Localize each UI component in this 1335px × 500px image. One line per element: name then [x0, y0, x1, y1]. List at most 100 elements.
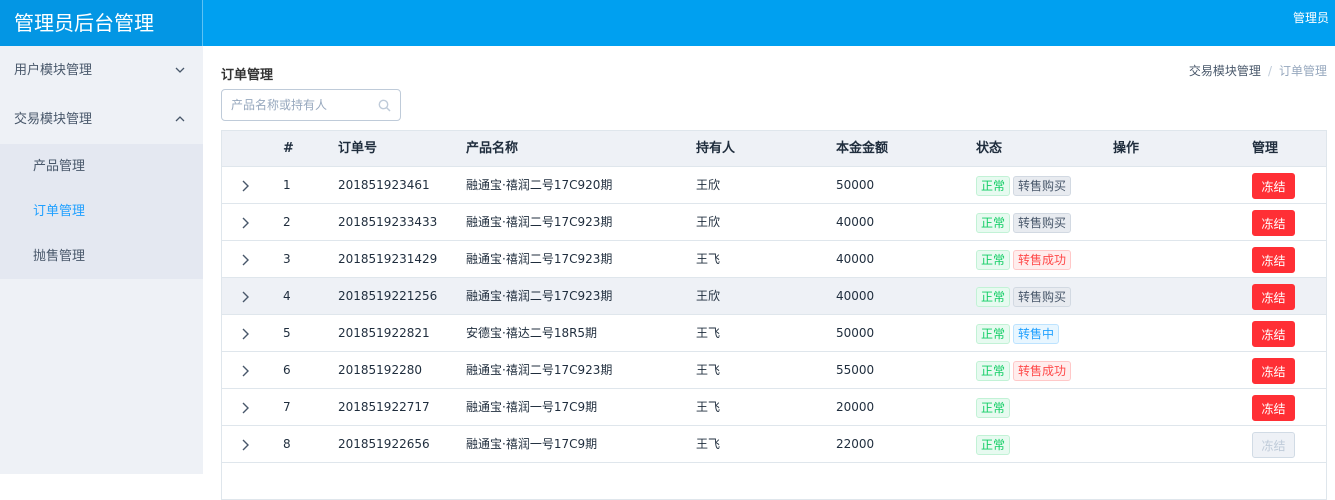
user-menu[interactable]: 管理员 [1293, 0, 1329, 36]
chevron-right-icon[interactable] [240, 291, 250, 303]
column-header-amount: 本金金额 [836, 141, 889, 156]
chevron-right-icon[interactable] [240, 217, 250, 229]
freeze-button[interactable]: 冻结 [1252, 284, 1295, 310]
column-header-manage: 管理 [1252, 141, 1279, 156]
principal-amount: 50000 [836, 326, 875, 340]
table-row[interactable]: 7 201851922717 融通宝·禧润一号17C9期 王飞 20000 正常 冻结 [222, 389, 1326, 426]
menu-group-label: 用户模块管理 [14, 63, 93, 78]
row-index: 4 [283, 289, 291, 303]
status-cell: 正常 转售成功 [976, 352, 1074, 388]
product-name: 融通宝·禧润二号17C923期 [466, 215, 613, 229]
status-badge: 正常 [976, 360, 1011, 381]
product-name: 融通宝·禧润二号17C923期 [466, 289, 613, 303]
orders-table: # 订单号 产品名称 持有人 本金金额 状态 操作 管理 1 2018519234… [221, 130, 1327, 500]
order-number: 20185192280 [338, 363, 422, 377]
status-badge: 正常 [976, 434, 1011, 455]
sidebar-item-sales[interactable]: 抛售管理 [0, 234, 203, 279]
principal-amount: 55000 [836, 363, 875, 377]
trade-status-tag: 转售购买 [1013, 212, 1072, 233]
column-header-product: 产品名称 [466, 141, 519, 156]
page-title: 订单管理 [221, 68, 274, 83]
table-row[interactable]: 4 2018519221256 融通宝·禧润二号17C923期 王欣 40000 正常 转售… [222, 278, 1326, 315]
chevron-right-icon[interactable] [240, 328, 250, 340]
status-cell: 正常 转售购买 [976, 167, 1074, 203]
table-row[interactable] [222, 463, 1326, 500]
column-header-owner: 持有人 [696, 141, 736, 156]
sidebar-item-orders[interactable]: 订单管理 [0, 189, 203, 234]
product-name: 融通宝·禧润一号17C9期 [466, 437, 598, 451]
order-number: 2018519231429 [338, 252, 438, 266]
search-box [221, 89, 401, 121]
principal-amount: 22000 [836, 437, 875, 451]
table-row[interactable]: 1 201851923461 融通宝·禧润二号17C920期 王欣 50000 正常 转售购… [222, 167, 1326, 204]
status-badge: 正常 [976, 323, 1011, 344]
search-icon[interactable] [378, 99, 391, 112]
status-cell: 正常 转售中 [976, 315, 1062, 351]
trade-status-tag: 转售成功 [1013, 360, 1072, 381]
chevron-right-icon[interactable] [240, 402, 250, 414]
chevron-right-icon[interactable] [240, 180, 250, 192]
chevron-right-icon[interactable] [240, 254, 250, 266]
status-badge: 正常 [976, 175, 1011, 196]
row-index: 7 [283, 400, 291, 414]
chevron-right-icon[interactable] [240, 439, 250, 451]
freeze-button[interactable]: 冻结 [1252, 395, 1295, 421]
trade-status-tag: 转售中 [1013, 323, 1060, 344]
order-number: 2018519221256 [338, 289, 438, 303]
trade-status-tag: 转售成功 [1013, 249, 1072, 270]
row-index: 2 [283, 215, 291, 229]
principal-amount: 40000 [836, 215, 875, 229]
menu-group-trade[interactable]: 交易模块管理 [0, 95, 203, 144]
table-row[interactable]: 2 2018519233433 融通宝·禧润二号17C923期 王欣 40000 正常 转售… [222, 204, 1326, 241]
status-cell: 正常 [976, 389, 1013, 425]
table-row[interactable]: 3 2018519231429 融通宝·禧润二号17C923期 王飞 40000 正常 转售… [222, 241, 1326, 278]
owner-name: 王飞 [696, 326, 721, 340]
status-cell: 正常 转售购买 [976, 278, 1074, 314]
submenu-trade: 产品管理 订单管理 抛售管理 [0, 144, 203, 279]
principal-amount: 40000 [836, 252, 875, 266]
status-cell: 正常 [976, 426, 1013, 462]
status-badge: 正常 [976, 286, 1011, 307]
chevron-down-icon [175, 67, 185, 73]
table-header: # 订单号 产品名称 持有人 本金金额 状态 操作 管理 [222, 131, 1326, 167]
breadcrumb-item[interactable]: 交易模块管理 [1189, 64, 1261, 78]
table-row[interactable]: 5 201851922821 安德宝·禧达二号18R5期 王飞 50000 正常 转售中 冻结 [222, 315, 1326, 352]
sidebar-item-products[interactable]: 产品管理 [0, 144, 203, 189]
principal-amount: 40000 [836, 289, 875, 303]
freeze-button[interactable]: 冻结 [1252, 247, 1295, 273]
menu-group-label: 交易模块管理 [14, 112, 93, 127]
freeze-button[interactable]: 冻结 [1252, 432, 1295, 458]
column-header-status: 状态 [976, 141, 1003, 156]
status-cell: 正常 转售购买 [976, 204, 1074, 240]
freeze-button[interactable]: 冻结 [1252, 173, 1295, 199]
brand-title: 管理员后台管理 [0, 0, 203, 46]
product-name: 安德宝·禧达二号18R5期 [466, 326, 598, 340]
table-row[interactable]: 6 20185192280 融通宝·禧润二号17C923期 王飞 55000 正常 转售成功… [222, 352, 1326, 389]
table-row[interactable]: 8 201851922656 融通宝·禧润一号17C9期 王飞 22000 正常 冻结 [222, 426, 1326, 463]
order-number: 201851922717 [338, 400, 430, 414]
row-index: 3 [283, 252, 291, 266]
menu-group-user[interactable]: 用户模块管理 [0, 46, 203, 95]
freeze-button[interactable]: 冻结 [1252, 321, 1295, 347]
row-index: 1 [283, 178, 291, 192]
owner-name: 王欣 [696, 215, 721, 229]
breadcrumb-separator: / [1267, 64, 1272, 78]
freeze-button[interactable]: 冻结 [1252, 358, 1295, 384]
trade-status-tag: 转售购买 [1013, 286, 1072, 307]
row-index: 6 [283, 363, 291, 377]
product-name: 融通宝·禧润二号17C920期 [466, 178, 613, 192]
search-input[interactable] [222, 90, 372, 120]
order-number: 2018519233433 [338, 215, 438, 229]
breadcrumb-current: 订单管理 [1278, 64, 1327, 78]
product-name: 融通宝·禧润二号17C923期 [466, 252, 613, 266]
order-number: 201851922821 [338, 326, 430, 340]
column-header-operation: 操作 [1113, 141, 1140, 156]
product-name: 融通宝·禧润一号17C9期 [466, 400, 598, 414]
sidebar: 用户模块管理 交易模块管理 产品管理 订单管理 抛售管理 [0, 46, 203, 474]
freeze-button[interactable]: 冻结 [1252, 210, 1295, 236]
table-body: 1 201851923461 融通宝·禧润二号17C920期 王欣 50000 正常 转售购… [222, 167, 1326, 500]
breadcrumb: 交易模块管理 / 订单管理 [1189, 62, 1327, 79]
order-number: 201851923461 [338, 178, 430, 192]
chevron-right-icon[interactable] [240, 365, 250, 377]
owner-name: 王欣 [696, 289, 721, 303]
